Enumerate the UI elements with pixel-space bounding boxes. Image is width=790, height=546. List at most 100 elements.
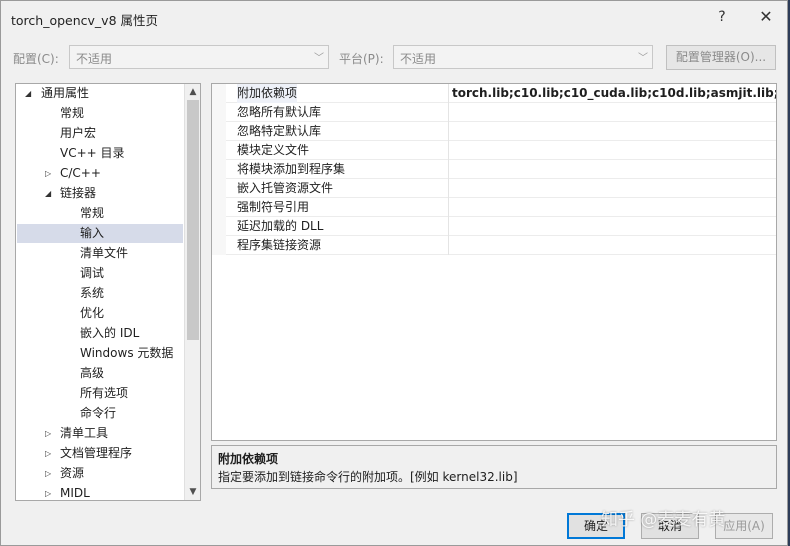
property-name: 嵌入托管资源文件 bbox=[237, 181, 334, 195]
configuration-label: 配置(C): bbox=[13, 52, 59, 66]
tree-item-general-properties[interactable]: ◢ 通用属性 bbox=[17, 84, 183, 103]
tree-item-label: 调试 bbox=[80, 266, 105, 280]
property-name: 延迟加载的 DLL bbox=[237, 219, 324, 233]
property-value[interactable] bbox=[448, 236, 776, 255]
property-value[interactable] bbox=[448, 217, 776, 236]
tree-item-manifest-file[interactable]: 清单文件 bbox=[17, 244, 183, 263]
scroll-down-icon[interactable]: ▼ bbox=[185, 484, 200, 500]
property-name: 忽略所有默认库 bbox=[237, 105, 322, 119]
tree-scrollbar[interactable]: ▲ ▼ bbox=[184, 84, 200, 500]
configuration-select[interactable]: 不适用 ﹀ bbox=[69, 45, 329, 69]
collapse-arrow-icon[interactable]: ◢ bbox=[25, 84, 37, 103]
expand-arrow-icon[interactable]: ▷ bbox=[45, 464, 57, 483]
row-gutter bbox=[212, 217, 226, 236]
help-icon[interactable]: ? bbox=[713, 8, 731, 26]
platform-select[interactable]: 不适用 ﹀ bbox=[393, 45, 653, 69]
tree-item-debugging[interactable]: 调试 bbox=[17, 264, 183, 283]
tree-item-linker-general[interactable]: 常规 bbox=[17, 204, 183, 223]
row-gutter bbox=[212, 198, 226, 217]
property-value[interactable]: torch.lib;c10.lib;c10_cuda.lib;c10d.lib;… bbox=[448, 84, 776, 103]
property-value[interactable] bbox=[448, 160, 776, 179]
close-icon[interactable]: ✕ bbox=[757, 8, 775, 26]
property-value[interactable] bbox=[448, 198, 776, 217]
description-title: 附加依赖项 bbox=[218, 452, 279, 466]
tree-item-system[interactable]: 系统 bbox=[17, 284, 183, 303]
tree-item-label: 链接器 bbox=[60, 186, 97, 200]
tree-item-command-line[interactable]: 命令行 bbox=[17, 404, 183, 423]
property-row-ignore-specific-default-libraries[interactable]: 忽略特定默认库 bbox=[212, 122, 776, 141]
expand-arrow-icon[interactable]: ▷ bbox=[45, 164, 57, 183]
property-name: 强制符号引用 bbox=[237, 200, 310, 214]
property-grid: 附加依赖项 torch.lib;c10.lib;c10_cuda.lib;c10… bbox=[211, 83, 777, 441]
property-pages-dialog: torch_opencv_v8 属性页 ? ✕ 配置(C): 不适用 ﹀ 平台(… bbox=[0, 0, 788, 546]
tree-item-label: 常规 bbox=[80, 206, 105, 220]
property-row-force-symbol-references[interactable]: 强制符号引用 bbox=[212, 198, 776, 217]
row-gutter bbox=[212, 236, 226, 255]
tree-item-label: 文档管理程序 bbox=[60, 446, 133, 460]
property-value[interactable] bbox=[448, 122, 776, 141]
tree-item-label: VC++ 目录 bbox=[60, 146, 125, 160]
tree-item-optimization[interactable]: 优化 bbox=[17, 304, 183, 323]
tree-item-label: 所有选项 bbox=[80, 386, 129, 400]
collapse-arrow-icon[interactable]: ◢ bbox=[45, 184, 57, 203]
property-row-delay-loaded-dlls[interactable]: 延迟加载的 DLL bbox=[212, 217, 776, 236]
property-value[interactable] bbox=[448, 141, 776, 160]
property-name: 将模块添加到程序集 bbox=[237, 162, 346, 176]
scroll-up-icon[interactable]: ▲ bbox=[185, 84, 200, 100]
scrollbar-thumb[interactable] bbox=[187, 100, 199, 340]
title-bar: torch_opencv_v8 属性页 ? ✕ bbox=[1, 1, 787, 35]
property-row-add-module-to-assembly[interactable]: 将模块添加到程序集 bbox=[212, 160, 776, 179]
tree-item-label: 用户宏 bbox=[60, 126, 97, 140]
tree-item-embedded-idl[interactable]: 嵌入的 IDL bbox=[17, 324, 183, 343]
tree-item-windows-metadata[interactable]: Windows 元数据 bbox=[17, 344, 183, 363]
property-row-module-definition-file[interactable]: 模块定义文件 bbox=[212, 141, 776, 160]
chevron-down-icon: ﹀ bbox=[638, 53, 648, 64]
tree-item-vc-directories[interactable]: VC++ 目录 bbox=[17, 144, 183, 163]
tree-item-label: C/C++ bbox=[60, 166, 101, 180]
watermark: 知乎 @麦麦有黄 bbox=[601, 510, 726, 530]
property-name: 模块定义文件 bbox=[237, 143, 310, 157]
tree-item-label: 清单工具 bbox=[60, 426, 109, 440]
chevron-down-icon: ﹀ bbox=[314, 53, 324, 64]
property-row-embed-managed-resource-file[interactable]: 嵌入托管资源文件 bbox=[212, 179, 776, 198]
property-row-ignore-all-default-libraries[interactable]: 忽略所有默认库 bbox=[212, 103, 776, 122]
tree-item-label: 清单文件 bbox=[80, 246, 129, 260]
tree-item-general[interactable]: 常规 bbox=[17, 104, 183, 123]
property-value[interactable] bbox=[448, 179, 776, 198]
tree-item-c-cpp[interactable]: ▷ C/C++ bbox=[17, 164, 183, 183]
row-gutter bbox=[212, 103, 226, 122]
configuration-value: 不适用 bbox=[76, 52, 113, 66]
expand-arrow-icon[interactable]: ▷ bbox=[45, 424, 57, 443]
tree-item-advanced[interactable]: 高级 bbox=[17, 364, 183, 383]
description-text: 指定要添加到链接命令行的附加项。[例如 kernel32.lib] bbox=[218, 470, 518, 484]
tree-item-manifest-tool[interactable]: ▷ 清单工具 bbox=[17, 424, 183, 443]
row-gutter bbox=[212, 160, 226, 179]
tree-item-midl[interactable]: ▷ MIDL bbox=[17, 484, 183, 500]
platform-value: 不适用 bbox=[400, 52, 437, 66]
tree-item-label: 资源 bbox=[60, 466, 85, 480]
property-tree: ◢ 通用属性 常规 用户宏 VC++ 目录 ▷ C/C++ ◢ 链接器 常规 输… bbox=[15, 83, 201, 501]
property-row-assembly-link-resource[interactable]: 程序集链接资源 bbox=[212, 236, 776, 255]
expand-arrow-icon[interactable]: ▷ bbox=[45, 484, 57, 500]
tree-item-label: 嵌入的 IDL bbox=[80, 326, 140, 340]
expand-arrow-icon[interactable]: ▷ bbox=[45, 444, 57, 463]
property-name: 附加依赖项 bbox=[237, 84, 298, 103]
tree-item-label: 命令行 bbox=[80, 406, 117, 420]
property-row-additional-dependencies[interactable]: 附加依赖项 torch.lib;c10.lib;c10_cuda.lib;c10… bbox=[212, 84, 776, 103]
row-gutter bbox=[212, 84, 226, 103]
platform-label: 平台(P): bbox=[339, 52, 384, 66]
row-gutter bbox=[212, 122, 226, 141]
tree-item-xml-document-generator[interactable]: ▷ 文档管理程序 bbox=[17, 444, 183, 463]
tree-item-user-macros[interactable]: 用户宏 bbox=[17, 124, 183, 143]
tree-item-label: 通用属性 bbox=[41, 86, 90, 100]
row-gutter bbox=[212, 179, 226, 198]
configuration-manager-button[interactable]: 配置管理器(O)... bbox=[666, 45, 776, 70]
property-value[interactable] bbox=[448, 103, 776, 122]
tree-item-linker-input[interactable]: 输入 bbox=[17, 224, 183, 243]
tree-item-linker[interactable]: ◢ 链接器 bbox=[17, 184, 183, 203]
tree-item-label: 高级 bbox=[80, 366, 105, 380]
tree-item-resources[interactable]: ▷ 资源 bbox=[17, 464, 183, 483]
tree-item-label: Windows 元数据 bbox=[80, 346, 174, 360]
tree-item-all-options[interactable]: 所有选项 bbox=[17, 384, 183, 403]
window-title: torch_opencv_v8 属性页 bbox=[11, 13, 158, 28]
